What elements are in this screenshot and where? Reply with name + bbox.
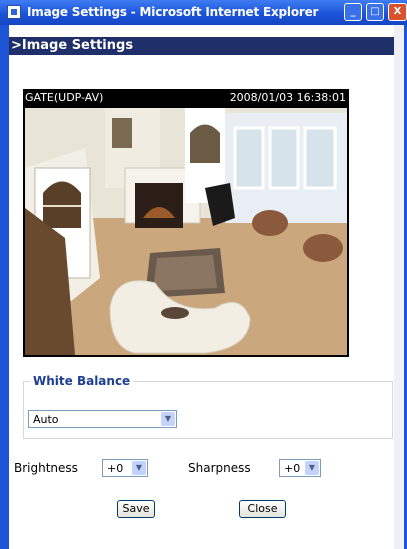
window-title: Image Settings - Microsoft Internet Expl… (27, 5, 319, 19)
video-preview: GATE(UDP-AV) 2008/01/03 16:38:01 (23, 89, 349, 357)
sharpness-select[interactable]: +0 ▼ (279, 459, 321, 477)
camera-label: GATE(UDP-AV) (25, 91, 104, 104)
white-balance-select[interactable]: Auto ▼ (28, 410, 177, 428)
chevron-down-icon[interactable]: ▼ (305, 461, 319, 475)
vertical-scrollbar[interactable] (394, 25, 404, 549)
video-timestamp: 2008/01/03 16:38:01 (229, 91, 346, 104)
brightness-label: Brightness (14, 461, 78, 475)
close-button[interactable]: Close (239, 500, 286, 518)
brightness-select[interactable]: +0 ▼ (102, 459, 148, 477)
window-titlebar: Image Settings - Microsoft Internet Expl… (0, 0, 407, 25)
sharpness-label: Sharpness (188, 461, 251, 475)
sharpness-value: +0 (284, 462, 301, 475)
page-title: >Image Settings (9, 37, 394, 55)
ie-page-icon (7, 5, 21, 19)
save-button[interactable]: Save (117, 500, 155, 518)
camera-image (25, 108, 347, 355)
brightness-value: +0 (107, 462, 124, 475)
window-frame-left (0, 25, 9, 549)
chevron-down-icon[interactable]: ▼ (161, 412, 175, 426)
minimize-button[interactable]: _ (344, 3, 362, 21)
maximize-button[interactable]: □ (366, 3, 384, 21)
close-window-button[interactable]: X (388, 3, 407, 21)
white-balance-legend: White Balance (30, 374, 134, 388)
chevron-down-icon[interactable]: ▼ (132, 461, 146, 475)
white-balance-value: Auto (33, 413, 59, 426)
